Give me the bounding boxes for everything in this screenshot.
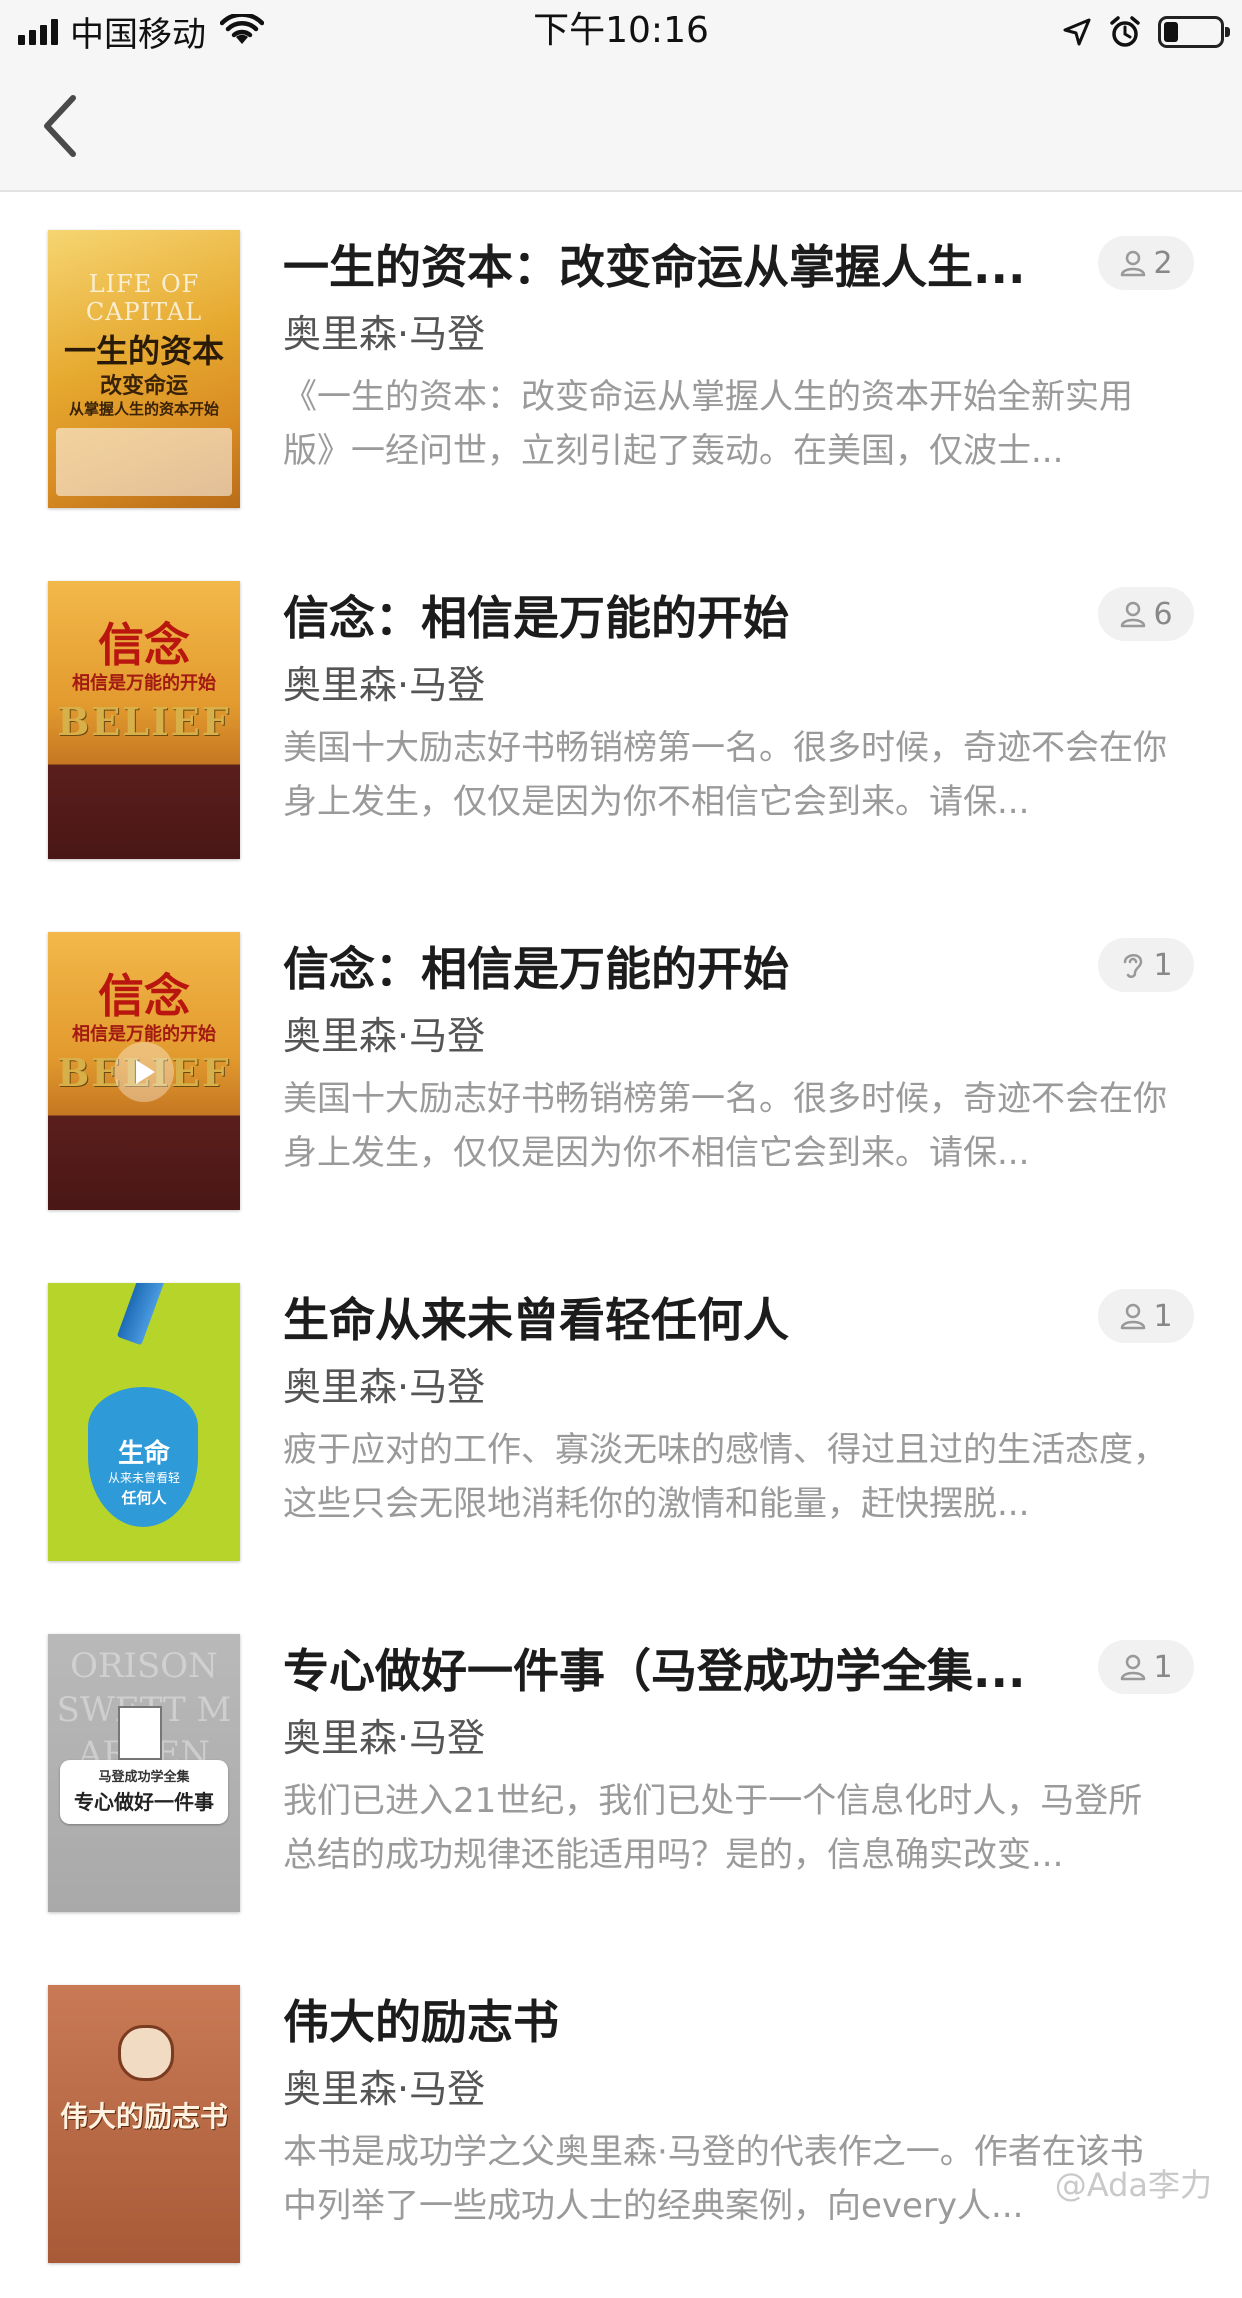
book-description: 疲于应对的工作、寡淡无味的感情、得过且过的生活态度，这些只会无限地消耗你的激情和… [283, 1430, 1167, 1524]
list-item[interactable]: 信念 相信是万能的开始 BELIEF 信念：相信是万能的开始 奥里森·马登 美国… [0, 543, 1242, 894]
book-author: 奥里森·马登 [283, 312, 486, 356]
book-title: 生命从来未曾看轻任何人 [283, 1293, 789, 1347]
reader-count-badge: 1 [1098, 1640, 1194, 1694]
book-cover: 信念 相信是万能的开始 BELIEF [48, 581, 240, 859]
book-description: 我们已进入21世纪，我们已处于一个信息化时人，马登所总结的成功规律还能适用吗？是… [283, 1781, 1143, 1875]
book-title: 一生的资本：改变命运从掌握人生... [283, 240, 1026, 294]
list-item[interactable]: 生命 从来未曾看轻 任何人 生命从来未曾看轻任何人 奥里森·马登 疲于应对的工作… [0, 1245, 1242, 1596]
nav-bar [0, 62, 1242, 192]
person-icon [1121, 250, 1146, 277]
book-description: 美国十大励志好书畅销榜第一名。很多时候，奇迹不会在你身上发生，仅仅是因为你不相信… [283, 728, 1167, 822]
list-item[interactable]: 信念 相信是万能的开始 BELIEF 信念：相信是万能的开始 奥里森·马登 美国… [0, 894, 1242, 1245]
book-cover: 信念 相信是万能的开始 BELIEF [48, 932, 240, 1210]
book-author: 奥里森·马登 [283, 1365, 486, 1409]
status-right [1062, 10, 1230, 54]
list-item[interactable]: ORISON SWETT MARDEN 马登成功学全集 专心做好一件事 专心做好… [0, 1596, 1242, 1947]
alarm-icon [1110, 16, 1140, 47]
ear-icon [1124, 954, 1143, 978]
book-title: 信念：相信是万能的开始 [283, 591, 789, 645]
reader-count: 2 [1153, 245, 1173, 281]
listener-count-badge: 1 [1098, 938, 1194, 992]
reader-count-badge: 2 [1098, 236, 1194, 290]
book-cover: LIFE OF CAPITAL 一生的资本 改变命运 从掌握人生的资本开始 [48, 230, 240, 508]
listener-count: 1 [1153, 947, 1173, 983]
person-icon [1121, 601, 1146, 628]
play-icon [136, 1060, 155, 1084]
reader-count: 6 [1153, 596, 1173, 632]
person-icon [1121, 1303, 1146, 1330]
reader-count-badge: 6 [1098, 587, 1194, 641]
book-cover: ORISON SWETT MARDEN 马登成功学全集 专心做好一件事 [48, 1634, 240, 1912]
book-description: 本书是成功学之父奥里森·马登的代表作之一。作者在该书中列举了一些成功人士的经典案… [283, 2132, 1144, 2226]
book-author: 奥里森·马登 [283, 1014, 486, 1058]
list-item[interactable]: 伟大的励志书 伟大的励志书 奥里森·马登 本书是成功学之父奥里森·马登的代表作之… [0, 1947, 1242, 2298]
book-author: 奥里森·马登 [283, 663, 486, 707]
book-author: 奥里森·马登 [283, 2067, 486, 2111]
back-button[interactable] [24, 88, 94, 164]
location-icon [1063, 18, 1091, 46]
reader-count: 1 [1153, 1298, 1173, 1334]
list-item[interactable]: LIFE OF CAPITAL 一生的资本 改变命运 从掌握人生的资本开始 一生… [0, 192, 1242, 543]
book-list: LIFE OF CAPITAL 一生的资本 改变命运 从掌握人生的资本开始 一生… [0, 192, 1242, 2298]
person-icon [1121, 1654, 1146, 1681]
battery-icon [1158, 16, 1230, 48]
book-title: 专心做好一件事（马登成功学全集... [283, 1644, 1026, 1698]
book-title: 伟大的励志书 [283, 1995, 559, 2049]
watermark: @Ada李力 [1054, 2166, 1212, 2204]
book-cover: 伟大的励志书 [48, 1985, 240, 2263]
status-bar: 中国移动 下午10:16 [0, 0, 1242, 62]
book-cover: 生命 从来未曾看轻 任何人 [48, 1283, 240, 1561]
reader-count-badge: 1 [1098, 1289, 1194, 1343]
book-author: 奥里森·马登 [283, 1716, 486, 1760]
book-description: 《一生的资本：改变命运从掌握人生的资本开始全新实用版》一经问世，立刻引起了轰动。… [283, 377, 1133, 471]
status-time: 下午10:16 [533, 10, 709, 51]
book-title: 信念：相信是万能的开始 [283, 942, 789, 996]
reader-count: 1 [1153, 1649, 1173, 1685]
book-description: 美国十大励志好书畅销榜第一名。很多时候，奇迹不会在你身上发生，仅仅是因为你不相信… [283, 1079, 1167, 1173]
chevron-left-icon [44, 95, 76, 157]
play-button[interactable] [114, 1042, 174, 1102]
